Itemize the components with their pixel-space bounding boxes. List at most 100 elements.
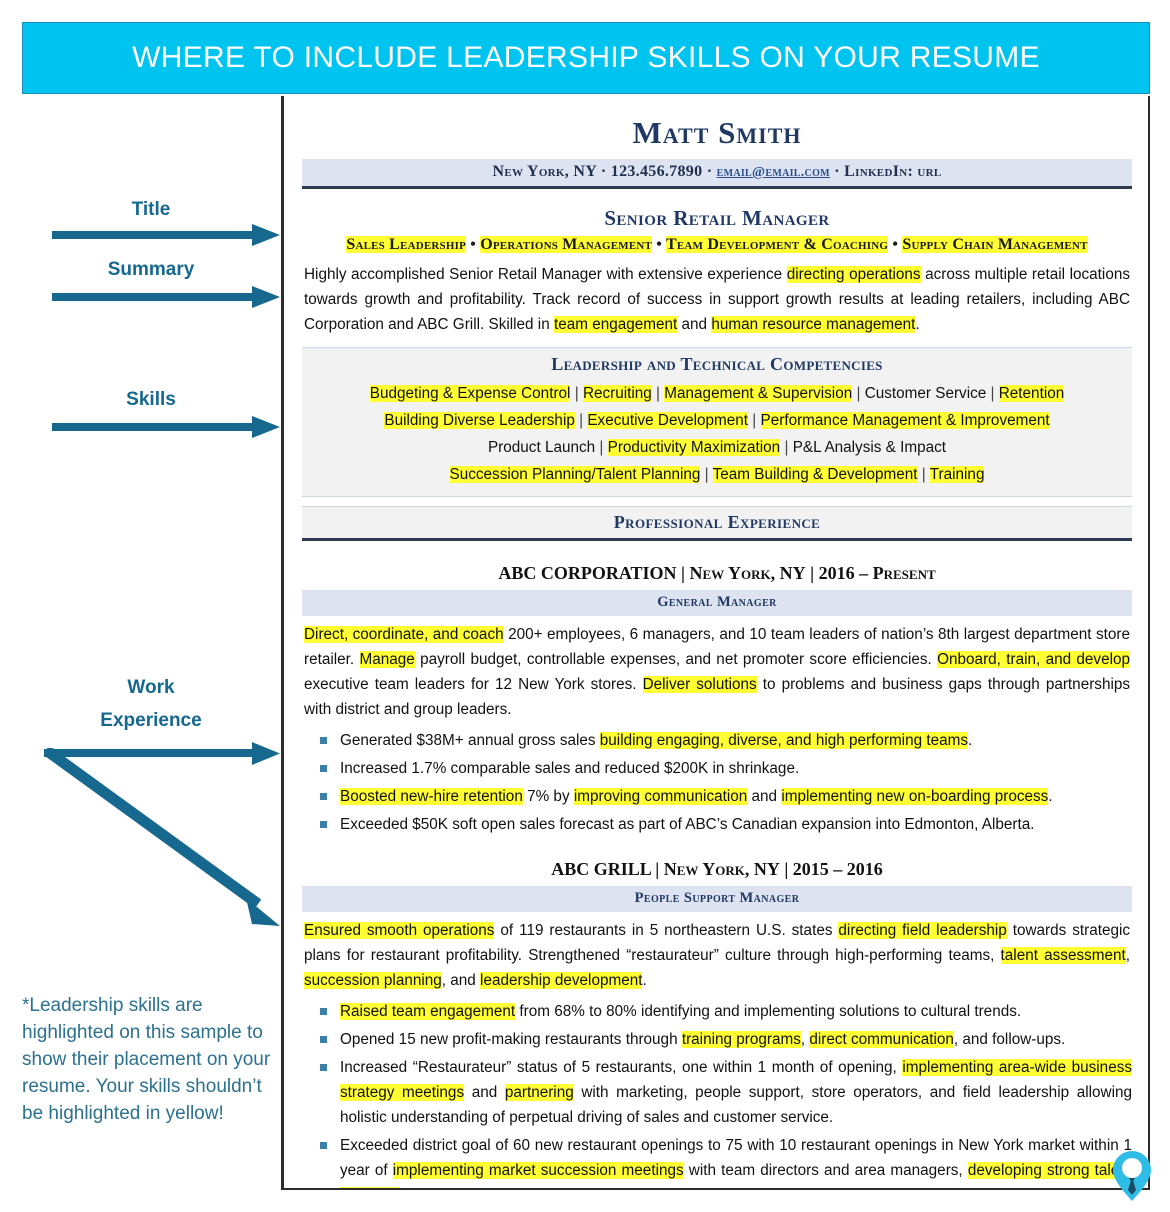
job1-bullet3-text-4: . bbox=[400, 1187, 404, 1188]
job-bullet-list: Raised team engagement from 68% to 80% i… bbox=[302, 999, 1133, 1188]
competency-item-0-1: Recruiting bbox=[582, 385, 652, 402]
contact-sep-1: · bbox=[600, 163, 607, 180]
competencies-heading: Leadership and Technical Competencies bbox=[551, 354, 883, 374]
annotation-label-work: Work bbox=[127, 677, 175, 698]
job-role-band: People Support Manager bbox=[302, 886, 1132, 912]
contact-sep-3: · bbox=[834, 163, 840, 180]
competency-row-3: Succession Planning/Talent Planning | Te… bbox=[308, 461, 1126, 488]
job1-bullet1-text-4: , and follow-ups. bbox=[953, 1031, 1066, 1048]
summary-text-0: Highly accomplished Senior Retail Manage… bbox=[304, 266, 787, 283]
annotation-label-skills: Skills bbox=[126, 389, 176, 410]
competency-separator-1-1: | bbox=[574, 412, 588, 429]
competency-item-3-1: Team Building & Development bbox=[712, 466, 918, 483]
company-header: ABC CORPORATION | New York, NY | 2016 – … bbox=[302, 563, 1132, 584]
job1-bullet1-highlight-3: direct communication bbox=[809, 1031, 954, 1048]
specialty-item-3: Supply Chain Management bbox=[902, 236, 1088, 253]
job0-bullet2-highlight-0: Boosted new-hire retention bbox=[340, 788, 523, 805]
job0-desc-text-5: executive team leaders for 12 New York s… bbox=[304, 676, 643, 693]
summary-text-4: and bbox=[677, 316, 712, 333]
resume-document: Matt Smith New York, NY · 123.456.7890 ·… bbox=[281, 96, 1150, 1190]
footnote-text: *Leadership skills are highlighted on th… bbox=[22, 995, 271, 1124]
competency-item-2-2: P&L Analysis & Impact bbox=[792, 439, 947, 456]
job-description: Direct, coordinate, and coach 200+ emplo… bbox=[304, 622, 1131, 722]
competency-item-3-0: Succession Planning/Talent Planning bbox=[449, 466, 701, 483]
job0-bullet2-highlight-2: improving communication bbox=[573, 788, 748, 805]
competency-separator-0-1: | bbox=[570, 385, 583, 402]
arrow-title-icon bbox=[52, 224, 280, 246]
job0-desc-highlight-6: Deliver solutions bbox=[642, 676, 757, 693]
job1-desc-highlight-6: succession planning bbox=[304, 972, 442, 989]
summary-highlight-3: team engagement bbox=[553, 316, 678, 333]
competency-row-2: Product Launch | Productivity Maximizati… bbox=[308, 434, 1126, 461]
job0-bullet2-text-3: and bbox=[747, 788, 782, 805]
job1-desc-highlight-4: talent assessment bbox=[1000, 947, 1126, 964]
arrow-skills-icon bbox=[52, 416, 280, 438]
job0-bullet3-text-0: Exceeded $50K soft open sales forecast a… bbox=[340, 816, 1035, 833]
experience-list: ABC CORPORATION | New York, NY | 2016 – … bbox=[302, 563, 1133, 1188]
job-bullet-item: Generated $38M+ annual gross sales build… bbox=[302, 728, 1132, 753]
job-bullet-item: Increased 1.7% comparable sales and redu… bbox=[302, 756, 1132, 781]
job-bullet-item: Boosted new-hire retention 7% by improvi… bbox=[302, 784, 1132, 809]
location-pin-necktie-logo-icon bbox=[1113, 1151, 1151, 1201]
company-location: New York, NY bbox=[663, 859, 780, 879]
company-sep-1: | bbox=[650, 859, 664, 879]
job-bullet-item: Increased “Restaurateur” status of 5 res… bbox=[302, 1055, 1132, 1130]
resume-name: Matt Smith bbox=[632, 115, 802, 150]
job0-desc-text-3: payroll budget, controllable expenses, a… bbox=[414, 651, 938, 668]
job1-bullet2-text-2: and bbox=[464, 1084, 505, 1101]
competency-item-1-1: Executive Development bbox=[587, 412, 749, 429]
competency-separator-3-1: | bbox=[700, 466, 713, 483]
job0-bullet2-text-1: 7% by bbox=[522, 788, 574, 805]
job1-desc-text-1: of 119 restaurants in 5 northeastern U.S… bbox=[494, 922, 839, 939]
job0-bullet0-highlight-1: building engaging, diverse, and high per… bbox=[599, 732, 969, 749]
job1-bullet2-text-0: Increased “Restaurateur” status of 5 res… bbox=[340, 1059, 903, 1076]
competency-item-0-0: Budgeting & Expense Control bbox=[369, 385, 571, 402]
arrow-work-experience-diagonal-icon bbox=[44, 748, 280, 926]
specialty-separator-1: • bbox=[466, 236, 481, 253]
company-sep-1: | bbox=[676, 563, 690, 583]
contact-email-link[interactable]: email@email.com bbox=[717, 165, 830, 180]
specialty-item-1: Operations Management bbox=[480, 236, 653, 253]
competency-item-1-2: Performance Management & Improvement bbox=[760, 412, 1050, 429]
infographic-page: WHERE TO INCLUDE LEADERSHIP SKILLS ON YO… bbox=[0, 0, 1170, 1212]
annotation-label-summary: Summary bbox=[107, 259, 195, 280]
job1-desc-highlight-0: Ensured smooth operations bbox=[304, 922, 495, 939]
experience-entry: ABC GRILL | New York, NY | 2015 – 2016 Pe… bbox=[302, 859, 1133, 1188]
resume-summary: Highly accomplished Senior Retail Manage… bbox=[304, 262, 1130, 337]
job-bullet-list: Generated $38M+ annual gross sales build… bbox=[302, 728, 1132, 837]
company-header: ABC GRILL | New York, NY | 2015 – 2016 bbox=[302, 859, 1132, 880]
job1-desc-text-9: . bbox=[642, 972, 647, 989]
competency-separator-0-2: | bbox=[651, 385, 665, 402]
company-name: ABC GRILL bbox=[551, 859, 651, 879]
resume-target-title: Senior Retail Manager bbox=[604, 206, 830, 230]
job1-bullet2-highlight-3: partnering bbox=[504, 1084, 574, 1101]
job0-desc-highlight-4: Onboard, train, and develop bbox=[937, 651, 1131, 668]
job-bullet-item: Opened 15 new profit-making restaurants … bbox=[302, 1027, 1132, 1052]
competency-row-0: Budgeting & Expense Control | Recruiting… bbox=[308, 380, 1126, 407]
job1-bullet1-text-0: Opened 15 new profit-making restaurants … bbox=[340, 1031, 682, 1048]
arrow-summary-icon bbox=[52, 286, 280, 308]
competency-item-0-3: Customer Service bbox=[864, 385, 987, 402]
resume-contact-band: New York, NY · 123.456.7890 · email@emai… bbox=[302, 159, 1132, 189]
job-role-band: General Manager bbox=[302, 590, 1132, 616]
company-dates: 2015 – 2016 bbox=[792, 859, 883, 879]
competency-separator-0-4: | bbox=[986, 385, 999, 402]
resume-competencies-block: Leadership and Technical Competencies Bu… bbox=[302, 347, 1132, 497]
job-bullet-item: Raised team engagement from 68% to 80% i… bbox=[302, 999, 1132, 1024]
company-sep-2: | bbox=[805, 563, 819, 583]
job0-bullet0-text-0: Generated $38M+ annual gross sales bbox=[340, 732, 600, 749]
competency-item-0-2: Management & Supervision bbox=[664, 385, 853, 402]
job1-bullet3-highlight-1: implementing market succession meetings bbox=[392, 1162, 684, 1179]
company-dates: 2016 – Present bbox=[818, 563, 936, 583]
job-description: Ensured smooth operations of 119 restaur… bbox=[304, 918, 1130, 993]
competency-separator-2-2: | bbox=[780, 439, 793, 456]
job0-desc-highlight-0: Direct, coordinate, and coach bbox=[304, 626, 504, 643]
header-banner: WHERE TO INCLUDE LEADERSHIP SKILLS ON YO… bbox=[22, 22, 1150, 94]
resume-specialties: Sales Leadership • Operations Management… bbox=[302, 236, 1132, 254]
job1-desc-highlight-8: leadership development bbox=[480, 972, 643, 989]
contact-linkedin: LinkedIn: url bbox=[844, 163, 942, 180]
job1-bullet0-highlight-0: Raised team engagement bbox=[340, 1003, 516, 1020]
banner-title: WHERE TO INCLUDE LEADERSHIP SKILLS ON YO… bbox=[132, 41, 1040, 74]
contact-sep-2: · bbox=[706, 163, 713, 180]
section-heading-experience: Professional Experience bbox=[302, 506, 1132, 541]
